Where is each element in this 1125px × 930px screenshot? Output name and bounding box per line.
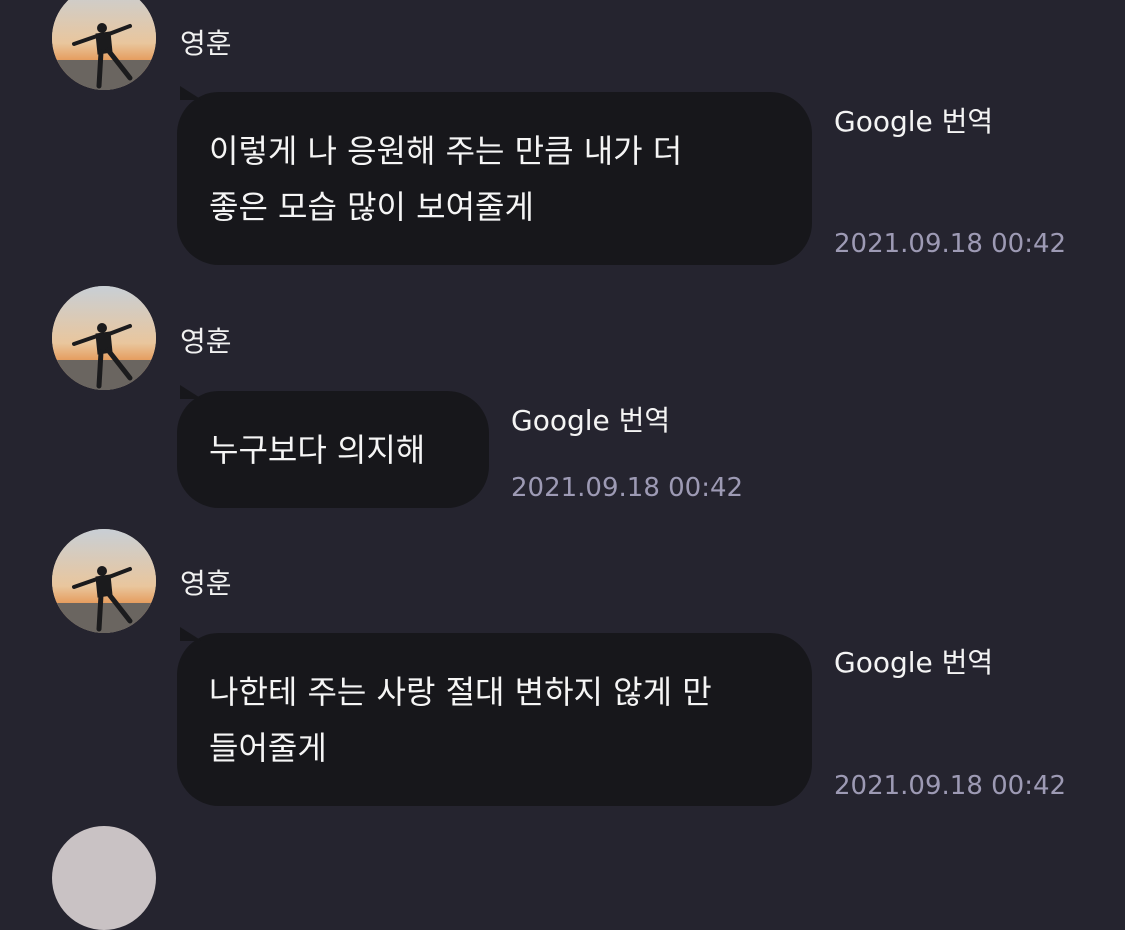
message-item: 영훈 나한테 주는 사랑 절대 변하지 않게 만 들어줄게 Google 번역 … — [0, 0, 1125, 833]
avatar-sunset-image — [52, 529, 156, 633]
google-translate-link[interactable]: Google 번역 — [834, 645, 993, 681]
message-text: 나한테 주는 사랑 절대 변하지 않게 만 들어줄게 — [209, 664, 712, 776]
message-line: 나한테 주는 사랑 절대 변하지 않게 만 — [209, 672, 712, 711]
message-timestamp: 2021.09.18 00:42 — [834, 771, 1067, 801]
avatar[interactable] — [52, 529, 156, 633]
message-line: 들어줄게 — [209, 728, 327, 767]
sender-name: 영훈 — [180, 567, 232, 600]
message-bubble[interactable]: 나한테 주는 사랑 절대 변하지 않게 만 들어줄게 — [177, 627, 812, 806]
avatar-partial[interactable] — [52, 826, 156, 930]
